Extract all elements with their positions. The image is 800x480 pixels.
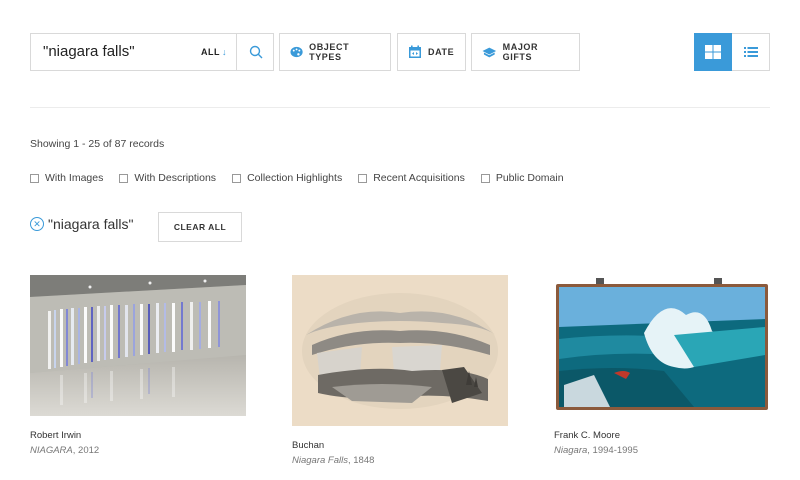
results-count: Showing 1 - 25 of 87 records [30, 138, 165, 150]
recent-acquisitions-checkbox[interactable]: Recent Acquisitions [358, 172, 465, 184]
checkbox-label: Recent Acquisitions [373, 172, 465, 184]
artwork-meta: Niagara, 1994-1995 [554, 445, 638, 456]
search-scope-label: ALL [201, 47, 220, 57]
clear-all-button[interactable]: CLEAR ALL [158, 212, 242, 242]
checkbox[interactable] [232, 173, 242, 183]
checkbox-label: Public Domain [495, 172, 564, 184]
artwork-title: NIAGARA [30, 445, 73, 456]
active-filter-label: "niagara falls" [48, 216, 134, 232]
search-box: ALL↓ [30, 33, 274, 71]
checkbox[interactable] [480, 173, 490, 183]
result-card[interactable]: Robert Irwin NIAGARA, 2012 [30, 275, 246, 456]
search-icon [249, 45, 262, 59]
artist-name: Robert Irwin [30, 430, 82, 441]
major-gifts-label: MAJOR GIFTS [502, 42, 539, 62]
artist-name: Frank C. Moore [554, 430, 620, 441]
checkbox-label: With Images [45, 172, 104, 184]
artwork-meta: NIAGARA, 2012 [30, 445, 99, 456]
artwork-date: , 2012 [72, 445, 100, 456]
grid-view-button[interactable] [694, 33, 732, 71]
artwork-date: , 1848 [347, 455, 375, 466]
object-types-label: OBJECT TYPES [309, 42, 350, 62]
checkbox-label: Collection Highlights [247, 172, 343, 184]
calendar-icon [409, 45, 421, 58]
with-images-checkbox[interactable]: With Images [30, 172, 103, 184]
active-filter-tag: ✕ "niagara falls" [30, 216, 133, 232]
checkbox[interactable] [358, 173, 368, 183]
list-icon [743, 47, 758, 57]
checkbox[interactable] [30, 173, 39, 183]
date-button[interactable]: DATE [397, 33, 466, 71]
result-card[interactable]: Buchan Niagara Falls, 1848 [292, 275, 508, 466]
artwork-title: Niagara [554, 445, 588, 456]
search-button[interactable] [236, 34, 274, 70]
search-input[interactable] [43, 43, 193, 60]
artwork-image[interactable] [554, 275, 770, 416]
object-types-button[interactable]: OBJECT TYPES [279, 33, 391, 71]
major-gifts-button[interactable]: MAJOR GIFTS [471, 33, 580, 71]
divider [30, 107, 770, 108]
checkbox-filters: With Images With Descriptions Collection… [30, 172, 580, 184]
artwork-image[interactable] [30, 275, 246, 416]
search-toolbar: ALL↓ OBJECT TYPES DATE MAJOR GIFTS [30, 33, 770, 71]
checkbox[interactable] [119, 173, 129, 183]
date-label: DATE [428, 47, 455, 57]
result-card[interactable]: Frank C. Moore Niagara, 1994-1995 [554, 275, 770, 456]
artwork-title: Niagara Falls [292, 455, 348, 466]
collection-highlights-checkbox[interactable]: Collection Highlights [232, 172, 342, 184]
gift-icon [482, 47, 497, 57]
palette-icon [290, 46, 303, 58]
public-domain-checkbox[interactable]: Public Domain [480, 172, 564, 184]
arrow-down-icon: ↓ [222, 47, 227, 57]
checkbox-label: With Descriptions [134, 172, 217, 184]
with-descriptions-checkbox[interactable]: With Descriptions [119, 172, 216, 184]
artwork-meta: Niagara Falls, 1848 [292, 455, 374, 466]
artist-name: Buchan [292, 440, 325, 451]
close-circle-icon[interactable]: ✕ [30, 217, 44, 231]
grid-icon [705, 45, 721, 59]
artwork-date: , 1994-1995 [587, 445, 638, 456]
artwork-image[interactable] [292, 275, 508, 426]
list-view-button[interactable] [732, 33, 770, 71]
search-scope-dropdown[interactable]: ALL ↓ [201, 47, 227, 57]
